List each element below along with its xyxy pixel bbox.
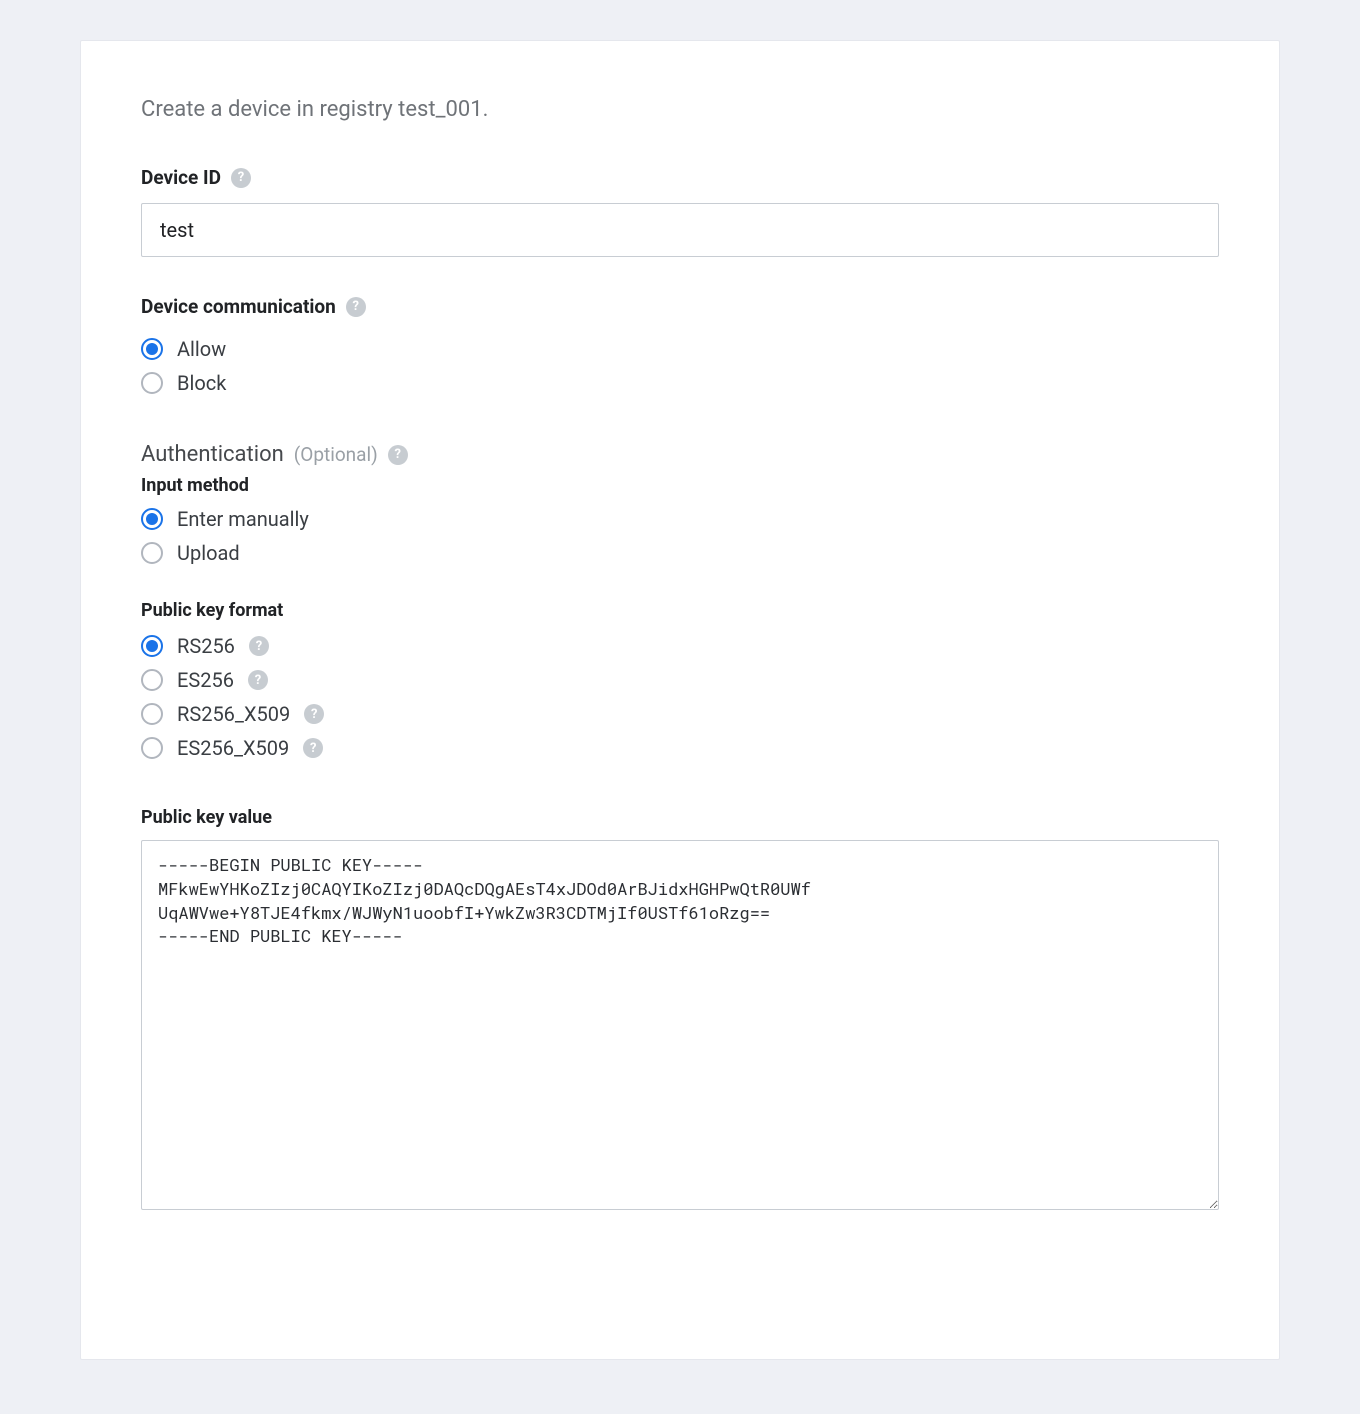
optional-text: (Optional) [294, 443, 378, 466]
radio-option-upload[interactable]: Upload [141, 536, 1219, 570]
radio-label: ES256_X509 [177, 736, 289, 760]
help-icon[interactable]: ? [249, 636, 269, 656]
input-method-field: Input method Enter manually Upload [141, 475, 1219, 570]
radio-icon [141, 703, 163, 725]
help-icon[interactable]: ? [304, 704, 324, 724]
radio-label: Enter manually [177, 507, 309, 531]
input-method-label: Input method [141, 475, 1219, 496]
radio-icon [141, 338, 163, 360]
public-key-format-label: Public key format [141, 600, 1219, 621]
radio-label: Upload [177, 541, 240, 565]
help-icon[interactable]: ? [231, 168, 251, 188]
authentication-heading: Authentication (Optional) ? [141, 442, 1219, 467]
radio-icon [141, 737, 163, 759]
input-method-radio-group: Enter manually Upload [141, 502, 1219, 570]
radio-option-block[interactable]: Block [141, 366, 1219, 400]
authentication-label: Authentication [141, 442, 284, 467]
public-key-format-field: Public key format RS256 ? ES256 ? RS256_… [141, 600, 1219, 765]
form-intro: Create a device in registry test_001. [141, 97, 1219, 122]
help-icon[interactable]: ? [388, 445, 408, 465]
device-communication-label: Device communication [141, 295, 336, 318]
radio-option-es256[interactable]: ES256 ? [141, 663, 1219, 697]
help-icon[interactable]: ? [346, 297, 366, 317]
help-icon[interactable]: ? [303, 738, 323, 758]
radio-option-rs256-x509[interactable]: RS256_X509 ? [141, 697, 1219, 731]
public-key-format-radio-group: RS256 ? ES256 ? RS256_X509 ? ES256_X509 … [141, 629, 1219, 765]
device-id-field: Device ID ? [141, 166, 1219, 257]
radio-option-es256-x509[interactable]: ES256_X509 ? [141, 731, 1219, 765]
device-id-input[interactable] [141, 203, 1219, 257]
device-communication-field: Device communication ? Allow Block [141, 295, 1219, 400]
radio-label: Allow [177, 337, 226, 361]
public-key-value-label: Public key value [141, 807, 1219, 828]
radio-label: ES256 [177, 668, 234, 692]
radio-label: Block [177, 371, 226, 395]
radio-icon [141, 508, 163, 530]
radio-label: RS256_X509 [177, 702, 290, 726]
radio-option-enter-manually[interactable]: Enter manually [141, 502, 1219, 536]
radio-option-rs256[interactable]: RS256 ? [141, 629, 1219, 663]
create-device-form: Create a device in registry test_001. De… [80, 40, 1280, 1360]
radio-icon [141, 542, 163, 564]
radio-label: RS256 [177, 634, 235, 658]
radio-icon [141, 372, 163, 394]
radio-option-allow[interactable]: Allow [141, 332, 1219, 366]
radio-icon [141, 669, 163, 691]
help-icon[interactable]: ? [248, 670, 268, 690]
radio-icon [141, 635, 163, 657]
public-key-value-field: Public key value [141, 807, 1219, 1215]
device-communication-radio-group: Allow Block [141, 332, 1219, 400]
device-id-label: Device ID [141, 166, 221, 189]
public-key-value-textarea[interactable] [141, 840, 1219, 1210]
